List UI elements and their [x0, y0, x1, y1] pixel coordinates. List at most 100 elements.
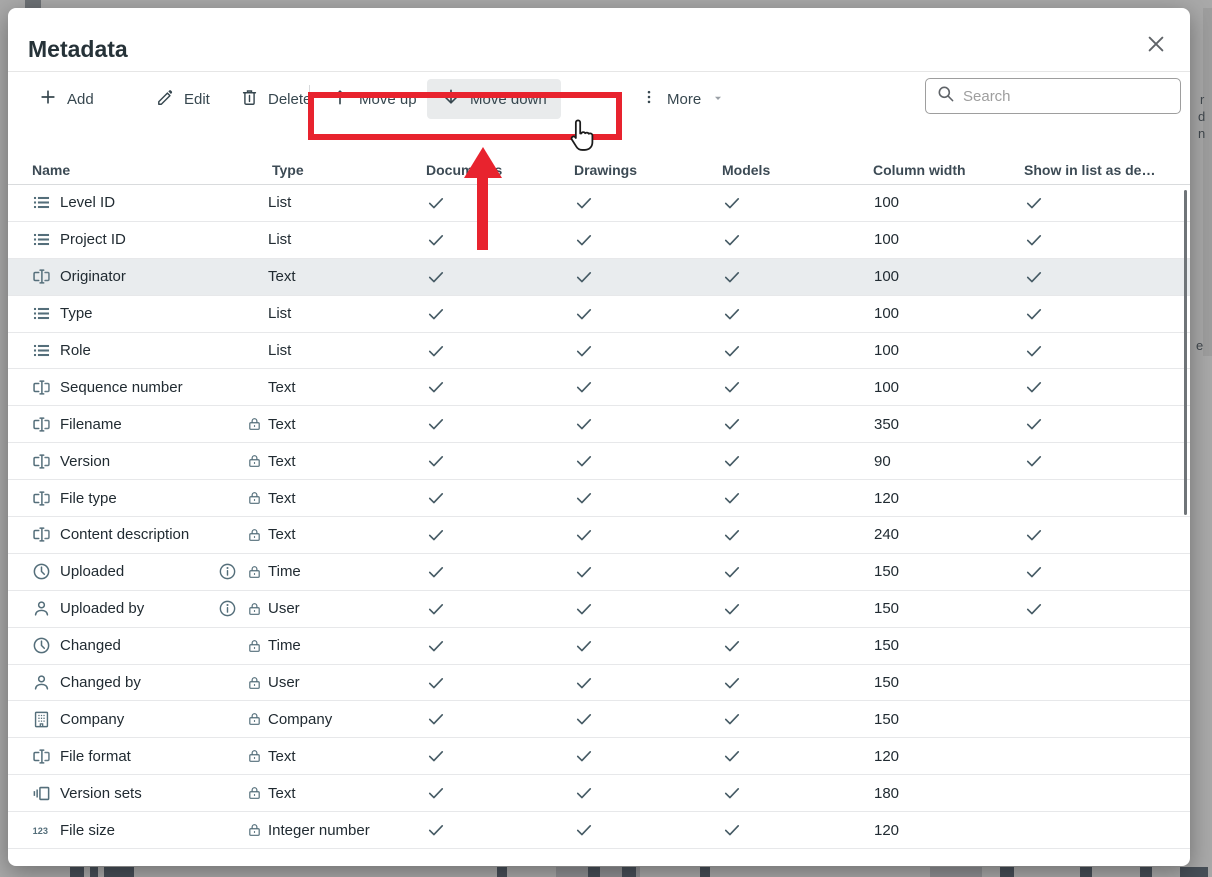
name-cell: Filename — [32, 415, 247, 434]
name-cell: Project ID — [32, 230, 247, 249]
models-check — [714, 230, 865, 250]
check-icon — [426, 311, 446, 328]
type-cell: Integer number — [247, 822, 418, 839]
check-icon — [722, 495, 742, 512]
check-icon — [426, 495, 446, 512]
check-icon — [574, 495, 594, 512]
type-cell: User — [247, 674, 418, 691]
drawings-check — [566, 709, 714, 729]
row-type: Text — [268, 748, 296, 765]
check-icon — [722, 348, 742, 365]
table-row[interactable]: Changed Time 150 — [8, 628, 1190, 665]
drawings-check — [566, 599, 714, 619]
table-row[interactable]: 123 File size Integer number 120 — [8, 812, 1190, 849]
check-icon — [1024, 495, 1044, 512]
table-row[interactable]: Originator Text 100 — [8, 259, 1190, 296]
lock-icon — [247, 601, 262, 617]
table-row[interactable]: Filename Text 350 — [8, 406, 1190, 443]
row-name: Uploaded by — [60, 600, 144, 617]
column-header-type[interactable]: Type — [247, 162, 418, 178]
models-check — [714, 525, 865, 545]
info-icon[interactable] — [218, 599, 237, 618]
table-row[interactable]: File format Text 120 — [8, 738, 1190, 775]
table-row[interactable]: Level ID List 100 — [8, 185, 1190, 222]
drawings-check — [566, 451, 714, 471]
row-name: Version sets — [60, 785, 142, 802]
background-page-fragment — [1000, 867, 1014, 877]
column-header-show-in-list[interactable]: Show in list as de… — [1016, 162, 1190, 178]
row-name: File size — [60, 822, 115, 839]
row-name: Sequence number — [60, 379, 183, 396]
table-row[interactable]: Changed by User 150 — [8, 665, 1190, 702]
move-down-button[interactable]: Move down — [427, 79, 561, 119]
row-name: Content description — [60, 526, 189, 543]
type-cell: User — [247, 600, 418, 617]
column-header-models[interactable]: Models — [714, 162, 865, 178]
clock-type-icon — [32, 636, 51, 655]
add-button[interactable]: Add — [30, 79, 102, 119]
models-check — [714, 599, 865, 619]
check-icon — [1024, 606, 1044, 623]
check-icon — [1024, 311, 1044, 328]
list-type-icon — [32, 230, 51, 249]
models-check — [714, 193, 865, 213]
check-icon — [1024, 716, 1044, 733]
table-row[interactable]: Content description Text 240 — [8, 517, 1190, 554]
text-type-icon — [32, 489, 51, 508]
info-icon[interactable] — [218, 562, 237, 581]
check-icon — [426, 606, 446, 623]
drawings-check — [566, 783, 714, 803]
vertical-scrollbar[interactable] — [1184, 190, 1187, 515]
check-icon — [1024, 200, 1044, 217]
table-row[interactable]: Type List 100 — [8, 296, 1190, 333]
column-width-value: 120 — [865, 748, 1016, 765]
close-button[interactable] — [1142, 32, 1170, 60]
edit-button[interactable]: Edit — [148, 79, 218, 119]
column-width-value: 150 — [865, 600, 1016, 617]
table-row[interactable]: Project ID List 100 — [8, 222, 1190, 259]
column-header-column-width[interactable]: Column width — [865, 162, 1016, 178]
check-icon — [574, 274, 594, 291]
show-in-list-check — [1016, 709, 1190, 729]
show-in-list-check — [1016, 636, 1190, 656]
column-width-value: 100 — [865, 305, 1016, 322]
column-width-value: 120 — [865, 822, 1016, 839]
check-icon — [574, 421, 594, 438]
table-row[interactable]: Uploaded by User 150 — [8, 591, 1190, 628]
table-row[interactable]: Version sets Text 180 — [8, 775, 1190, 812]
pencil-icon — [156, 88, 175, 111]
lock-icon — [247, 490, 262, 506]
check-icon — [574, 827, 594, 844]
check-icon — [426, 827, 446, 844]
background-text-fragment: n — [1198, 126, 1205, 141]
more-button[interactable]: More — [632, 79, 732, 119]
table-row[interactable]: Uploaded Time 150 — [8, 554, 1190, 591]
documents-check — [418, 451, 566, 471]
column-header-name[interactable]: Name — [32, 162, 247, 178]
list-type-icon — [32, 304, 51, 323]
row-name: File format — [60, 748, 131, 765]
background-text-fragment: e — [1196, 338, 1203, 353]
svg-text:123: 123 — [33, 825, 48, 835]
text-type-icon — [32, 378, 51, 397]
move-up-button[interactable]: Move up — [322, 79, 425, 119]
drawings-check — [566, 673, 714, 693]
table-row[interactable]: File type Text 120 — [8, 480, 1190, 517]
text-type-icon — [32, 267, 51, 286]
table-row[interactable]: Role List 100 — [8, 333, 1190, 370]
row-type: Time — [268, 637, 301, 654]
drawings-check — [566, 377, 714, 397]
table-row[interactable]: Version Text 90 — [8, 443, 1190, 480]
search-input[interactable] — [963, 88, 1153, 105]
lock-icon — [247, 822, 262, 838]
table-row[interactable]: Sequence number Text 100 — [8, 369, 1190, 406]
check-icon — [722, 569, 742, 586]
type-cell: List — [247, 305, 418, 322]
background-page-fragment — [104, 867, 134, 877]
toolbar-divider — [309, 85, 310, 113]
delete-button[interactable]: Delete — [232, 79, 319, 119]
check-icon — [1024, 569, 1044, 586]
table-row[interactable]: Company Company 150 — [8, 701, 1190, 738]
type-cell: Text — [247, 416, 418, 433]
column-header-drawings[interactable]: Drawings — [566, 162, 714, 178]
